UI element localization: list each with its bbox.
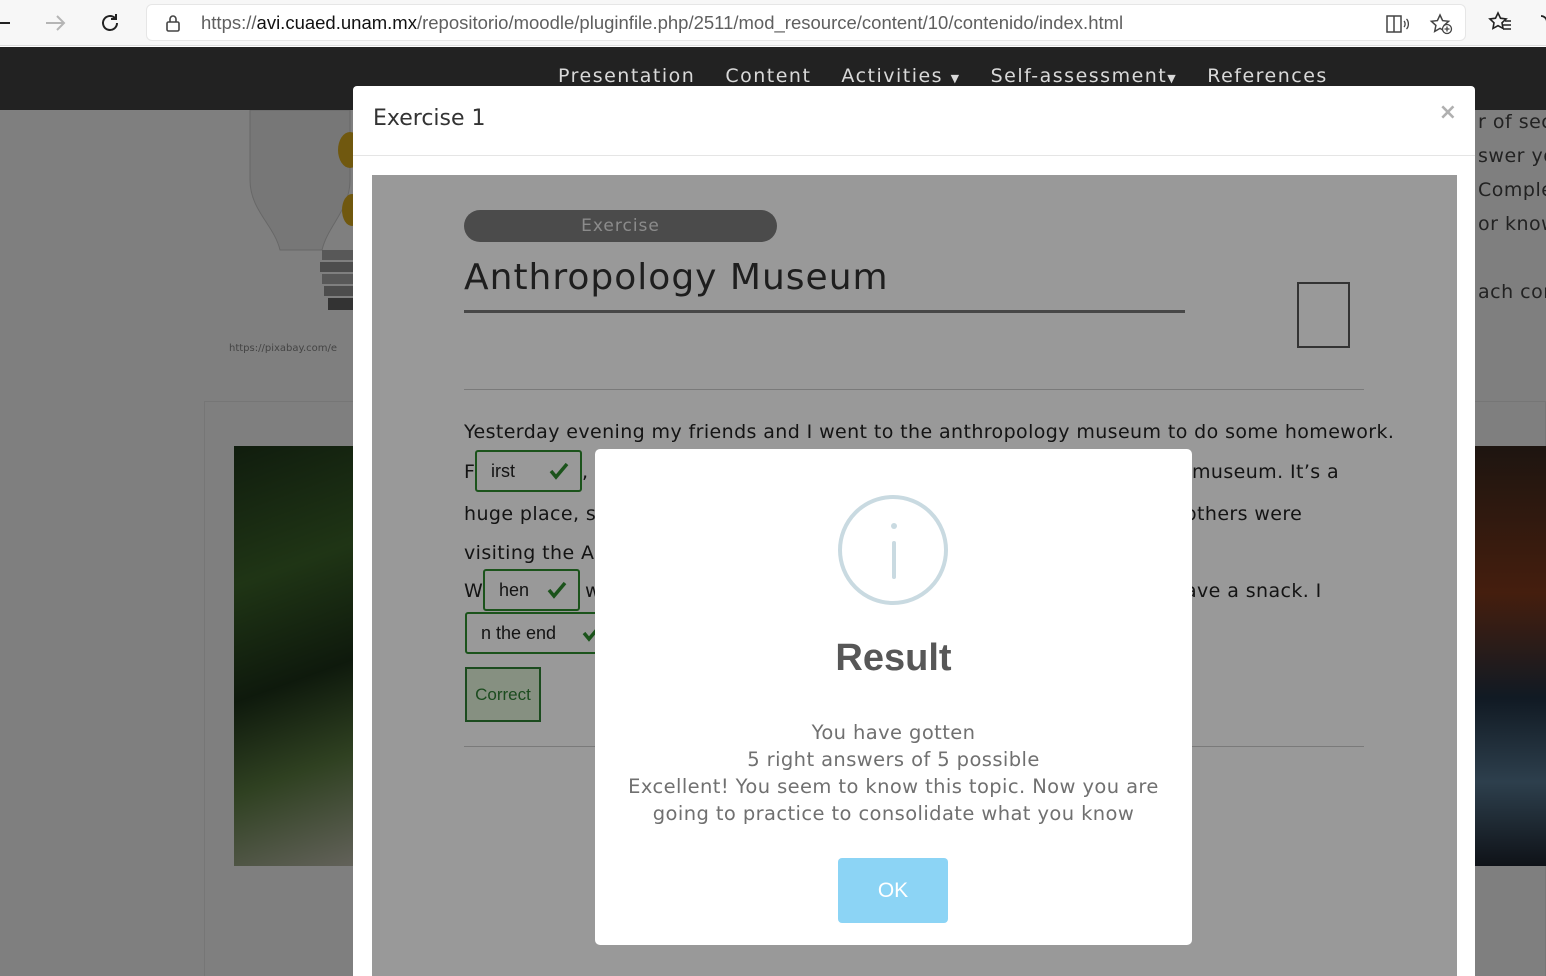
nav-item-activities-label: Activities xyxy=(841,65,944,87)
modal-title: Exercise 1 xyxy=(373,106,486,131)
nav-item-content[interactable]: Content xyxy=(725,65,811,87)
nav-item-self-assessment-label: Self-assessment xyxy=(990,65,1168,87)
result-line-3: Excellent! You seem to know this topic. … xyxy=(628,775,1159,798)
back-arrow-icon[interactable] xyxy=(0,8,16,38)
nav-item-activities[interactable]: Activities ▼ xyxy=(841,65,960,87)
info-circle-icon xyxy=(838,495,948,605)
lock-icon[interactable] xyxy=(165,14,181,32)
reload-icon[interactable] xyxy=(95,8,125,38)
browser-toolbar: https://avi.cuaed.unam.mx/repositorio/mo… xyxy=(0,0,1546,46)
result-title: Result xyxy=(835,637,952,679)
result-message: You have gotten 5 right answers of 5 pos… xyxy=(595,719,1192,827)
add-favorite-icon[interactable] xyxy=(1429,13,1453,35)
caret-down-icon: ▼ xyxy=(1167,72,1178,85)
info-dot xyxy=(891,523,897,529)
result-dialog: Result You have gotten 5 right answers o… xyxy=(595,449,1192,945)
modal-header: Exercise 1 × xyxy=(353,86,1475,156)
site-nav-menu: Presentation Content Activities ▼ Self-a… xyxy=(558,65,1328,87)
caret-down-icon: ▼ xyxy=(950,72,961,85)
info-bar xyxy=(892,541,896,579)
url-path: /repositorio/moodle/pluginfile.php/2511/… xyxy=(416,11,1124,33)
ok-button[interactable]: OK xyxy=(838,858,948,923)
result-line-1: You have gotten xyxy=(811,721,976,744)
close-icon[interactable]: × xyxy=(1439,100,1457,125)
nav-item-self-assessment[interactable]: Self-assessment▼ xyxy=(991,65,1178,87)
more-icon[interactable] xyxy=(1538,10,1546,34)
result-score: 5 right answers of 5 possible xyxy=(747,748,1040,771)
result-line-4: going to practice to consolidate what yo… xyxy=(652,802,1135,825)
url-scheme: https:// xyxy=(201,11,257,33)
nav-item-references[interactable]: References xyxy=(1207,65,1328,87)
read-aloud-icon[interactable] xyxy=(1385,13,1410,35)
url-text[interactable]: https://avi.cuaed.unam.mx/repositorio/mo… xyxy=(201,12,1123,34)
address-bar[interactable]: https://avi.cuaed.unam.mx/repositorio/mo… xyxy=(146,4,1466,41)
favorites-icon[interactable] xyxy=(1488,10,1512,34)
forward-arrow-icon[interactable] xyxy=(40,8,70,38)
url-host: avi.cuaed.unam.mx xyxy=(256,11,417,33)
nav-item-presentation[interactable]: Presentation xyxy=(558,65,695,87)
